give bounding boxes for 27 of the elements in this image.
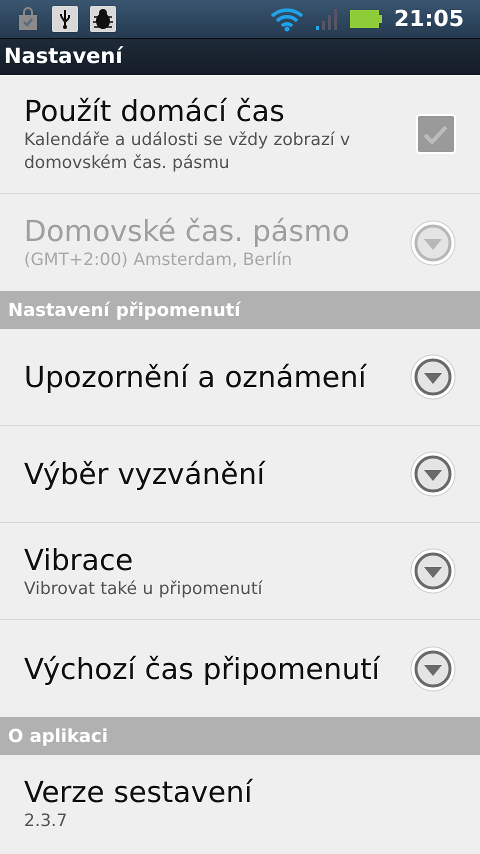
preference-title: Verze sestavení <box>24 774 254 810</box>
preference-row[interactable]: Výběr vyzvánění <box>0 426 480 523</box>
section-header: O aplikaci <box>8 724 108 748</box>
screen-title: Nastavení <box>4 43 123 70</box>
battery-icon <box>350 10 382 28</box>
preference-summary: Vibrovat také u připomenutí <box>24 578 264 600</box>
preference-row[interactable]: Výchozí čas připomenutí <box>0 620 480 717</box>
preference-title: Výchozí čas připomenutí <box>24 650 382 686</box>
preference-title: Použít domácí čas <box>24 93 286 129</box>
checkbox[interactable] <box>416 114 456 154</box>
wifi-icon <box>270 6 304 32</box>
section-header: Nastavení připomenutí <box>8 298 240 322</box>
preference-title: Domovské čas. pásmo <box>24 213 351 249</box>
bug-icon <box>90 6 116 32</box>
clock-time: 21:05 <box>394 6 464 34</box>
preference-summary: 2.3.7 <box>24 810 68 833</box>
preference-title: Upozornění a oznámení <box>24 359 368 395</box>
usb-icon <box>52 6 78 32</box>
preference-summary: (GMT+2:00) Amsterdam, Berlín <box>24 249 294 272</box>
preference-row[interactable]: Upozornění a oznámení <box>0 329 480 426</box>
preference-row[interactable]: Vibrace Vibrovat také u připomenutí <box>0 523 480 620</box>
preference-title: Výběr vyzvánění <box>24 456 266 492</box>
preference-row[interactable]: Verze sestavení 2.3.7 <box>0 755 480 852</box>
preference-row[interactable]: Použít domácí čas Kalendáře a události se vždy zobrazí v domovském čas. pásmu <box>0 75 480 194</box>
preference-title: Vibrace <box>24 542 134 578</box>
preference-summary: Kalendáře a události se vždy zobrazí v domovském čas. pásmu <box>24 129 352 175</box>
signal-icon <box>316 8 338 30</box>
